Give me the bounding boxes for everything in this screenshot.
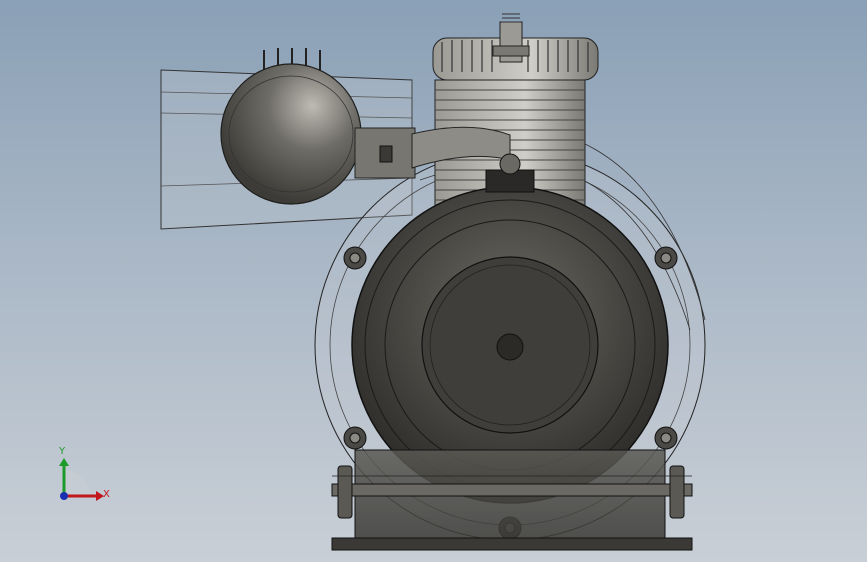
base-frame (331, 449, 693, 551)
y-arrowhead-icon (59, 458, 69, 466)
bolt-icon (654, 246, 678, 270)
z-axis-dot-icon (60, 492, 68, 500)
air-tank (220, 48, 362, 205)
y-axis-label: Y (58, 446, 66, 457)
bolt-icon (654, 426, 678, 450)
bolt-icon (343, 426, 367, 450)
cylinder-head (432, 13, 599, 81)
x-axis-label: X (103, 489, 110, 500)
axis-triad[interactable]: X Y (58, 446, 110, 501)
cad-viewport[interactable]: X Y (0, 0, 867, 562)
bolt-icon (343, 246, 367, 270)
